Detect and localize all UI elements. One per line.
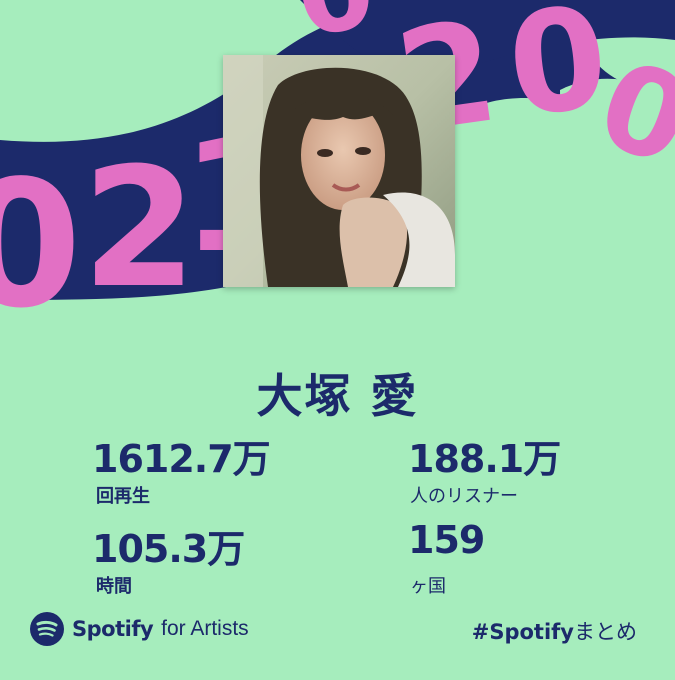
hours-value: 105.3万: [92, 527, 245, 571]
listeners-label: 人のリスナー: [410, 486, 518, 507]
spotify-for-artists-logo: Spotify for Artists: [30, 612, 249, 646]
artist-name: 大塚 愛: [256, 369, 419, 423]
digit-0-left: 0: [0, 144, 82, 347]
artist-photo: [223, 55, 455, 287]
streams-label: 回再生: [96, 486, 150, 507]
listeners-value: 188.1万: [408, 437, 561, 481]
streams-value: 1612.7万: [92, 437, 271, 481]
hashtag-rest: まとめ: [574, 620, 637, 644]
spotify-icon: [30, 612, 64, 646]
hashtag-bold: #Spotify: [471, 620, 574, 644]
hand: [339, 197, 408, 287]
brand-suffix: for Artists: [161, 617, 249, 640]
digit-2: 2: [82, 132, 197, 324]
countries-label: ヶ国: [410, 576, 446, 597]
wrapped-card: 0 2 1 2 0 0 0: [0, 0, 675, 680]
countries-value: 159: [408, 518, 485, 562]
brand-name: Spotify: [72, 617, 154, 641]
hours-label: 時間: [96, 576, 132, 597]
hashtag: #Spotifyまとめ: [472, 616, 637, 646]
